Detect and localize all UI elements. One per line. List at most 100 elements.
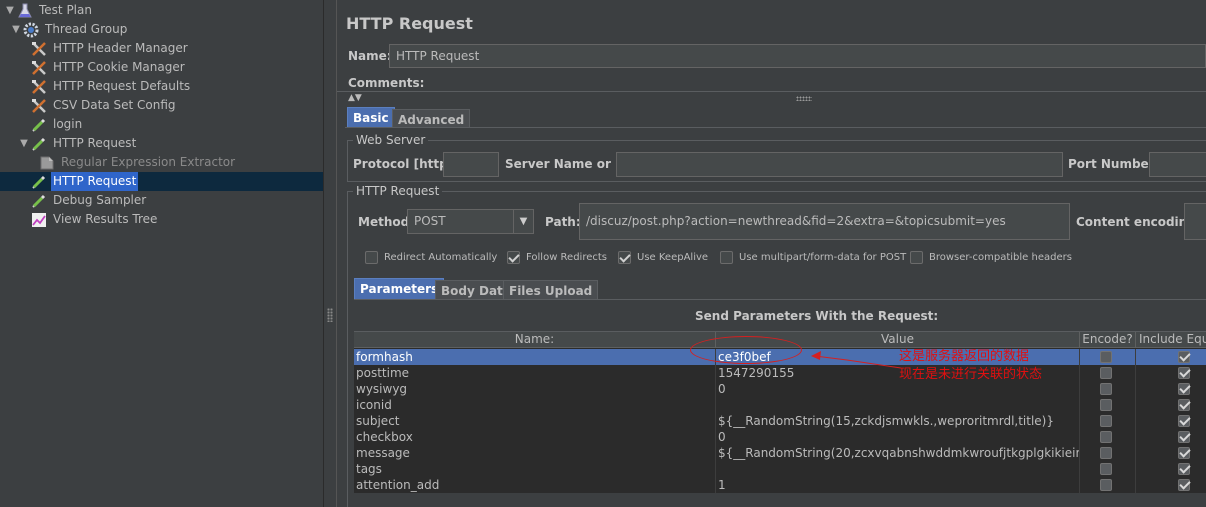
param-value-cell[interactable] — [716, 461, 1080, 477]
param-value-cell[interactable] — [716, 397, 1080, 413]
tab-files-upload[interactable]: Files Upload — [503, 280, 599, 300]
encode-checkbox[interactable] — [1100, 479, 1112, 491]
encode-checkbox[interactable] — [1100, 367, 1112, 379]
tree-item-http-request[interactable]: HTTP Request — [0, 172, 323, 191]
tree-item-csv-data-set-config[interactable]: CSV Data Set Config — [0, 96, 323, 115]
include-equals-checkbox[interactable] — [1178, 399, 1190, 411]
content-encoding-field[interactable] — [1184, 203, 1206, 240]
param-include-equals-cell[interactable] — [1136, 413, 1206, 429]
table-row[interactable]: attention_add 1 — [354, 477, 1206, 493]
include-equals-checkbox[interactable] — [1178, 367, 1190, 379]
table-row[interactable]: message ${__RandomString(20,zcxvqabnshwdd… — [354, 445, 1206, 461]
method-select[interactable]: POST ▼ — [407, 209, 534, 234]
param-name-cell[interactable]: posttime — [354, 365, 716, 381]
include-equals-checkbox[interactable] — [1178, 463, 1190, 475]
expand-arrow-icon[interactable]: ▼ — [4, 1, 16, 20]
param-encode-cell[interactable] — [1080, 477, 1136, 493]
include-equals-checkbox[interactable] — [1178, 447, 1190, 459]
follow-redirects-checkbox[interactable] — [507, 251, 520, 264]
tree-item-http-request-defaults[interactable]: HTTP Request Defaults — [0, 77, 323, 96]
param-value-cell[interactable]: 0 — [716, 429, 1080, 445]
column-header-name[interactable]: Name: — [354, 332, 716, 348]
param-include-equals-cell[interactable] — [1136, 381, 1206, 397]
comments-label: Comments: — [348, 76, 425, 90]
encode-checkbox[interactable] — [1100, 431, 1112, 443]
table-row[interactable]: checkbox 0 — [354, 429, 1206, 445]
param-include-equals-cell[interactable] — [1136, 365, 1206, 381]
protocol-field[interactable] — [443, 152, 499, 177]
table-row[interactable]: tags — [354, 461, 1206, 477]
param-include-equals-cell[interactable] — [1136, 349, 1206, 365]
param-include-equals-cell[interactable] — [1136, 461, 1206, 477]
param-encode-cell[interactable] — [1080, 413, 1136, 429]
tree-item-http-cookie-manager[interactable]: HTTP Cookie Manager — [0, 58, 323, 77]
param-name-cell[interactable]: attention_add — [354, 477, 716, 493]
multipart-form-data-checkbox[interactable] — [720, 251, 733, 264]
param-value-cell[interactable]: ${__RandomString(15,zckdjsmwkls.,weprori… — [716, 413, 1080, 429]
tree-item-debug-sampler[interactable]: Debug Sampler — [0, 191, 323, 210]
column-header-include-equals[interactable]: Include Equ — [1136, 332, 1206, 348]
param-encode-cell[interactable] — [1080, 429, 1136, 445]
tree-item-view-results-tree[interactable]: View Results Tree — [0, 210, 323, 229]
param-name-cell[interactable]: checkbox — [354, 429, 716, 445]
tree-item-http-header-manager[interactable]: HTTP Header Manager — [0, 39, 323, 58]
param-include-equals-cell[interactable] — [1136, 477, 1206, 493]
param-encode-cell[interactable] — [1080, 461, 1136, 477]
include-equals-checkbox[interactable] — [1178, 431, 1190, 443]
tab-basic[interactable]: Basic — [347, 107, 395, 128]
encode-checkbox[interactable] — [1100, 415, 1112, 427]
param-name-cell[interactable]: tags — [354, 461, 716, 477]
server-name-field[interactable] — [616, 152, 1063, 177]
table-row[interactable]: posttime 1547290155 — [354, 365, 1206, 381]
param-encode-cell[interactable] — [1080, 381, 1136, 397]
tree-item-thread-group[interactable]: ▼ Thread Group — [0, 20, 323, 39]
test-plan-tree[interactable]: ▼ Test Plan ▼ Thread Group HTTP Header Manag… — [0, 0, 323, 507]
encode-checkbox[interactable] — [1100, 383, 1112, 395]
tree-item-regular-expression-extractor[interactable]: Regular Expression Extractor — [0, 153, 323, 172]
expand-arrow-icon[interactable]: ▼ — [10, 20, 22, 39]
encode-checkbox[interactable] — [1100, 447, 1112, 459]
tree-item-test-plan[interactable]: ▼ Test Plan — [0, 1, 323, 20]
param-encode-cell[interactable] — [1080, 365, 1136, 381]
include-equals-checkbox[interactable] — [1178, 415, 1190, 427]
column-header-encode[interactable]: Encode? — [1080, 332, 1136, 348]
collapse-arrows-icon[interactable]: ▲▼ — [348, 93, 362, 103]
use-keepalive-checkbox[interactable] — [618, 251, 631, 264]
param-name-cell[interactable]: subject — [354, 413, 716, 429]
table-row[interactable]: iconid — [354, 397, 1206, 413]
include-equals-checkbox[interactable] — [1178, 351, 1190, 363]
table-row[interactable]: wysiwyg 0 — [354, 381, 1206, 397]
param-value-cell[interactable]: 1 — [716, 477, 1080, 493]
encode-checkbox[interactable] — [1100, 351, 1112, 363]
redirect-automatically-checkbox[interactable] — [365, 251, 378, 264]
param-name-cell[interactable]: wysiwyg — [354, 381, 716, 397]
browser-compatible-headers-checkbox[interactable] — [910, 251, 923, 264]
param-encode-cell[interactable] — [1080, 397, 1136, 413]
tree-item-http-request[interactable]: ▼ HTTP Request — [0, 134, 323, 153]
param-include-equals-cell[interactable] — [1136, 397, 1206, 413]
split-pane-divider[interactable] — [323, 0, 337, 507]
table-row[interactable]: subject ${__RandomString(15,zckdjsmwkls.,… — [354, 413, 1206, 429]
param-encode-cell[interactable] — [1080, 349, 1136, 365]
port-number-field[interactable] — [1149, 152, 1206, 177]
path-field[interactable]: /discuz/post.php?action=newthread&fid=2&… — [579, 203, 1070, 240]
param-include-equals-cell[interactable] — [1136, 429, 1206, 445]
chevron-down-icon[interactable]: ▼ — [513, 210, 533, 233]
tree-item-login[interactable]: login — [0, 115, 323, 134]
include-equals-checkbox[interactable] — [1178, 383, 1190, 395]
divider-grip-icon[interactable] — [327, 308, 333, 322]
param-encode-cell[interactable] — [1080, 445, 1136, 461]
param-name-cell[interactable]: formhash — [354, 349, 716, 365]
expand-arrow-icon[interactable]: ▼ — [18, 134, 30, 153]
tab-advanced[interactable]: Advanced — [392, 109, 471, 128]
encode-checkbox[interactable] — [1100, 399, 1112, 411]
encode-checkbox[interactable] — [1100, 463, 1112, 475]
include-equals-checkbox[interactable] — [1178, 479, 1190, 491]
param-name-cell[interactable]: message — [354, 445, 716, 461]
param-name-cell[interactable]: iconid — [354, 397, 716, 413]
resize-grip-icon[interactable] — [796, 96, 812, 101]
name-field[interactable]: HTTP Request — [389, 44, 1206, 68]
param-value-cell[interactable]: ${__RandomString(20,zcxvqabnshwddmkwrouf… — [716, 445, 1080, 461]
param-include-equals-cell[interactable] — [1136, 445, 1206, 461]
tab-parameters[interactable]: Parameters — [354, 278, 445, 300]
